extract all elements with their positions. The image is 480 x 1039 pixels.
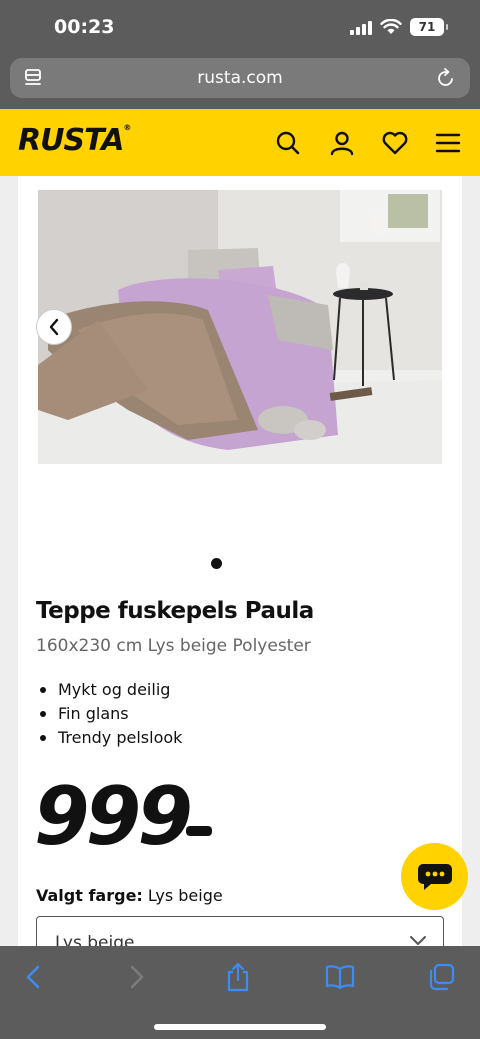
product-image[interactable] bbox=[38, 190, 442, 464]
chevron-left-icon bbox=[49, 318, 59, 336]
address-bar[interactable]: rusta.com bbox=[10, 58, 470, 98]
carousel-dot[interactable] bbox=[211, 558, 222, 569]
battery-level: 71 bbox=[418, 20, 436, 34]
browser-toolbar bbox=[0, 946, 480, 1039]
feature-item: Mykt og deilig bbox=[40, 678, 182, 702]
share-icon[interactable] bbox=[221, 962, 255, 992]
previous-image-button[interactable] bbox=[36, 309, 72, 345]
chat-button[interactable] bbox=[401, 843, 468, 910]
status-bar: 00:23 71 bbox=[0, 0, 480, 56]
reload-icon[interactable] bbox=[436, 67, 456, 89]
user-icon[interactable] bbox=[328, 129, 356, 157]
chat-bubble-icon bbox=[417, 863, 452, 890]
feature-item: Trendy pelslook bbox=[40, 726, 182, 750]
forward-icon[interactable] bbox=[120, 962, 154, 992]
url-text: rusta.com bbox=[197, 68, 283, 88]
heart-icon[interactable] bbox=[381, 129, 409, 157]
feature-item: Fin glans bbox=[40, 702, 182, 726]
product-title: Teppe fuskepels Paula bbox=[36, 598, 314, 624]
back-icon[interactable] bbox=[16, 962, 50, 992]
color-label-key: Valgt farge: bbox=[36, 886, 143, 905]
product-card: Teppe fuskepels Paula 160x230 cm Lys bei… bbox=[18, 176, 462, 946]
product-subtitle: 160x230 cm Lys beige Polyester bbox=[36, 636, 311, 656]
chevron-down-icon bbox=[410, 936, 426, 945]
tabs-icon[interactable] bbox=[424, 962, 458, 992]
color-select-value: Lys beige bbox=[55, 933, 135, 946]
selected-color-label: Valgt farge: Lys beige bbox=[36, 886, 223, 905]
status-time: 00:23 bbox=[54, 16, 115, 38]
menu-icon[interactable] bbox=[434, 129, 462, 157]
color-label-value: Lys beige bbox=[147, 886, 223, 905]
product-price: 999 bbox=[34, 770, 193, 863]
logo-text: RUSTA bbox=[18, 123, 124, 158]
rusta-logo[interactable]: RUSTA® bbox=[18, 123, 131, 158]
cellular-signal-icon bbox=[350, 19, 372, 35]
search-icon[interactable] bbox=[274, 129, 302, 157]
bookmarks-icon[interactable] bbox=[323, 962, 357, 992]
feature-list: Mykt og deilig Fin glans Trendy pelslook bbox=[40, 678, 182, 750]
browser-address-area: rusta.com bbox=[0, 56, 480, 109]
color-select[interactable]: Lys beige bbox=[36, 916, 444, 946]
battery-icon: 71 bbox=[410, 18, 448, 36]
price-dash bbox=[186, 826, 212, 836]
home-indicator bbox=[154, 1024, 326, 1030]
wifi-icon bbox=[380, 19, 402, 34]
site-header: RUSTA® bbox=[0, 109, 480, 176]
